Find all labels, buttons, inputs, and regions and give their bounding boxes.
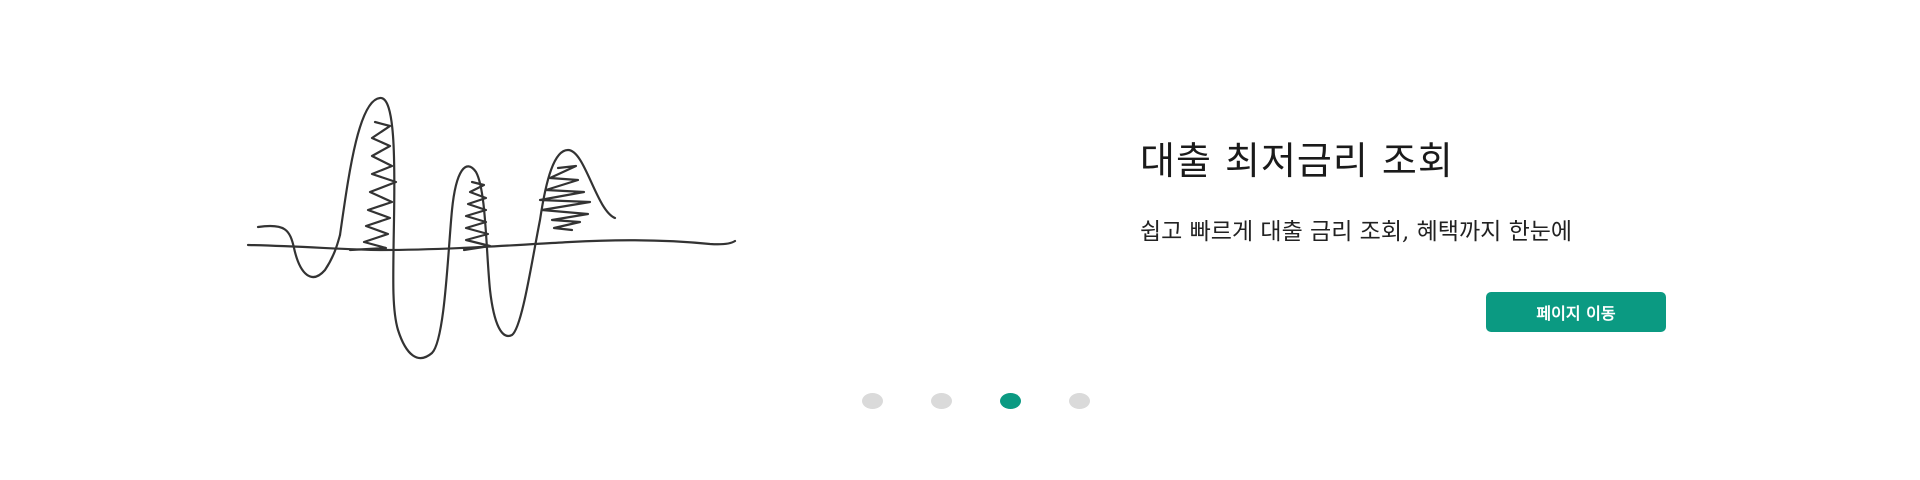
- carousel-dot-4[interactable]: [1069, 393, 1090, 409]
- carousel-dot-3-active[interactable]: [1000, 393, 1021, 409]
- promo-banner: 대출 최저금리 조회 쉽고 빠르게 대출 금리 조회, 혜택까지 한눈에 페이지…: [0, 0, 1920, 480]
- squiggle-line-drawing-icon: [240, 50, 740, 390]
- carousel-pagination: [862, 393, 1090, 409]
- banner-title: 대출 최저금리 조회: [1140, 139, 1454, 183]
- page-navigate-button[interactable]: 페이지 이동: [1486, 292, 1666, 332]
- carousel-dot-1[interactable]: [862, 393, 883, 409]
- carousel-dot-2[interactable]: [931, 393, 952, 409]
- banner-subtitle: 쉽고 빠르게 대출 금리 조회, 혜택까지 한눈에: [1140, 219, 1573, 245]
